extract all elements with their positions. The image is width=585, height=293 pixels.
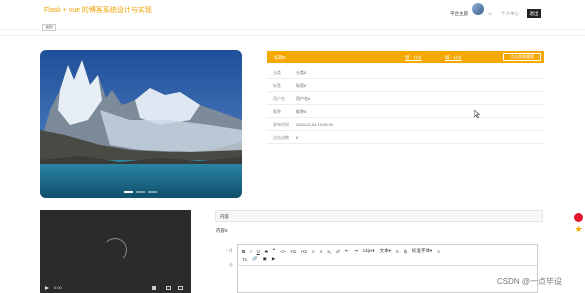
carousel-indicators[interactable]: [124, 191, 157, 193]
info-label: 用户名: [273, 96, 285, 101]
carousel-dot[interactable]: [124, 191, 133, 193]
clear-format-button[interactable]: Tx: [242, 257, 247, 262]
video-time: 0:00: [54, 285, 62, 290]
info-value: 用户名8: [296, 96, 311, 101]
info-row-click-count: 点击次数 8: [267, 131, 544, 144]
bullet-list-button[interactable]: ≡: [320, 249, 323, 254]
format-select[interactable]: 文本▾: [380, 248, 391, 254]
info-value: 分类8: [296, 70, 307, 75]
chevron-down-icon: ▾: [429, 248, 433, 253]
info-value: 标签8: [296, 83, 307, 88]
info-row-tag: 标签 标签8: [267, 79, 544, 92]
fullscreen-icon[interactable]: [178, 286, 183, 290]
editor-input-area[interactable]: [238, 265, 537, 293]
format-select-value: 文本: [379, 248, 389, 253]
picture-in-picture-icon[interactable]: [166, 286, 171, 290]
italic-button[interactable]: I: [250, 249, 251, 254]
info-value: 昵称8: [296, 109, 307, 114]
info-value: 2024-02-04 14:05:20: [296, 122, 334, 127]
info-row-username: 用户名 用户名8: [267, 92, 544, 105]
like-button[interactable]: 赞 · 1(0): [405, 55, 422, 61]
quote-button[interactable]: ❝: [273, 248, 275, 254]
background-color-button[interactable]: A: [403, 248, 407, 254]
play-icon[interactable]: [45, 286, 49, 290]
content-text: 内容8: [216, 228, 228, 233]
back-button[interactable]: 返回: [42, 24, 56, 31]
superscript-button[interactable]: x²: [336, 249, 340, 254]
weibo-share-icon[interactable]: [574, 213, 583, 222]
carousel-dot[interactable]: [136, 191, 145, 193]
outdent-button[interactable]: ⇤: [345, 248, 349, 254]
info-label: 标签: [273, 83, 281, 88]
carousel-image: [40, 50, 242, 198]
content-header-label: 内容: [220, 213, 229, 219]
avatar[interactable]: [472, 3, 484, 15]
chevron-down-icon: ▾: [388, 248, 391, 253]
carousel-dot[interactable]: [148, 191, 157, 193]
video-icon[interactable]: ▶: [272, 256, 275, 262]
editor-toolbar-row2: Tx 🔗 ▣ ▶: [242, 256, 275, 262]
font-family-select[interactable]: 标准字体▾: [412, 248, 432, 254]
profile-link[interactable]: 个人中心: [501, 11, 519, 17]
info-row-nickname: 昵称 昵称8: [267, 105, 544, 118]
strike-button[interactable]: S: [265, 249, 268, 254]
loading-spinner-icon: [103, 238, 127, 262]
info-title: 标题8: [274, 54, 286, 60]
info-label: 点击次数: [273, 135, 289, 140]
info-label: 发布时间: [273, 122, 289, 127]
bold-button[interactable]: B: [242, 249, 245, 254]
indent-button[interactable]: ⇥: [354, 248, 358, 254]
chevron-down-icon: ▾: [372, 248, 375, 253]
content-section-header: 内容: [215, 210, 543, 222]
editor-toolbar: B I U S ❝ <> H1 H2 ≡ ≡ x₂ x² ⇤ ⇥ 14px▾ 文…: [242, 248, 440, 254]
ordered-list-button[interactable]: ≡: [312, 249, 315, 254]
text-color-button[interactable]: A: [396, 249, 399, 254]
platform-theme-link[interactable]: 平台主题: [450, 11, 468, 17]
info-label: 分类: [273, 70, 281, 75]
rich-text-editor[interactable]: B I U S ❝ <> H1 H2 ≡ ≡ x₂ x² ⇤ ⇥ 14px▾ 文…: [237, 244, 538, 293]
top-bar: Flask + vue 的博客系统设计与实现 平台主题 11 个人中心 退出: [0, 0, 585, 30]
code-button[interactable]: <>: [280, 249, 285, 254]
divider: [0, 35, 585, 36]
link-icon[interactable]: 🔗: [252, 256, 258, 262]
info-row-category: 分类 分类8: [267, 66, 544, 79]
size-select-value: 14px: [362, 248, 373, 253]
video-player[interactable]: 0:00: [40, 210, 191, 293]
watermark: CSDN @一点毕设: [497, 277, 563, 286]
dislike-button[interactable]: 踩 · 1(0): [445, 55, 462, 61]
favorite-button[interactable]: 点击我收藏哦: [503, 53, 541, 61]
comment-label-sub: 论: [229, 262, 233, 267]
volume-icon[interactable]: [152, 286, 156, 290]
info-label: 昵称: [273, 109, 281, 114]
heading2-button[interactable]: H2: [301, 249, 307, 254]
size-select[interactable]: 14px▾: [363, 248, 375, 254]
info-value: 8: [296, 135, 299, 140]
mouse-cursor-icon: [474, 110, 480, 118]
image-carousel[interactable]: [40, 50, 242, 198]
font-family-value: 标准字体: [411, 248, 430, 253]
underline-button[interactable]: U: [257, 249, 260, 254]
heading1-button[interactable]: H1: [290, 249, 296, 254]
info-header: 标题8 赞 · 1(0) 踩 · 1(0) 点击我收藏哦: [267, 51, 544, 63]
subscript-button[interactable]: x₂: [327, 249, 331, 254]
align-button[interactable]: ≡: [437, 249, 440, 254]
comment-label: * 评: [226, 248, 233, 253]
app-title: Flask + vue 的博客系统设计与实现: [44, 7, 152, 14]
user-name: 11: [488, 11, 493, 16]
info-row-publish-time: 发布时间 2024-02-04 14:05:20: [267, 118, 544, 131]
star-icon[interactable]: ★: [573, 224, 584, 234]
image-icon[interactable]: ▣: [263, 256, 267, 262]
logout-button[interactable]: 退出: [527, 9, 541, 18]
